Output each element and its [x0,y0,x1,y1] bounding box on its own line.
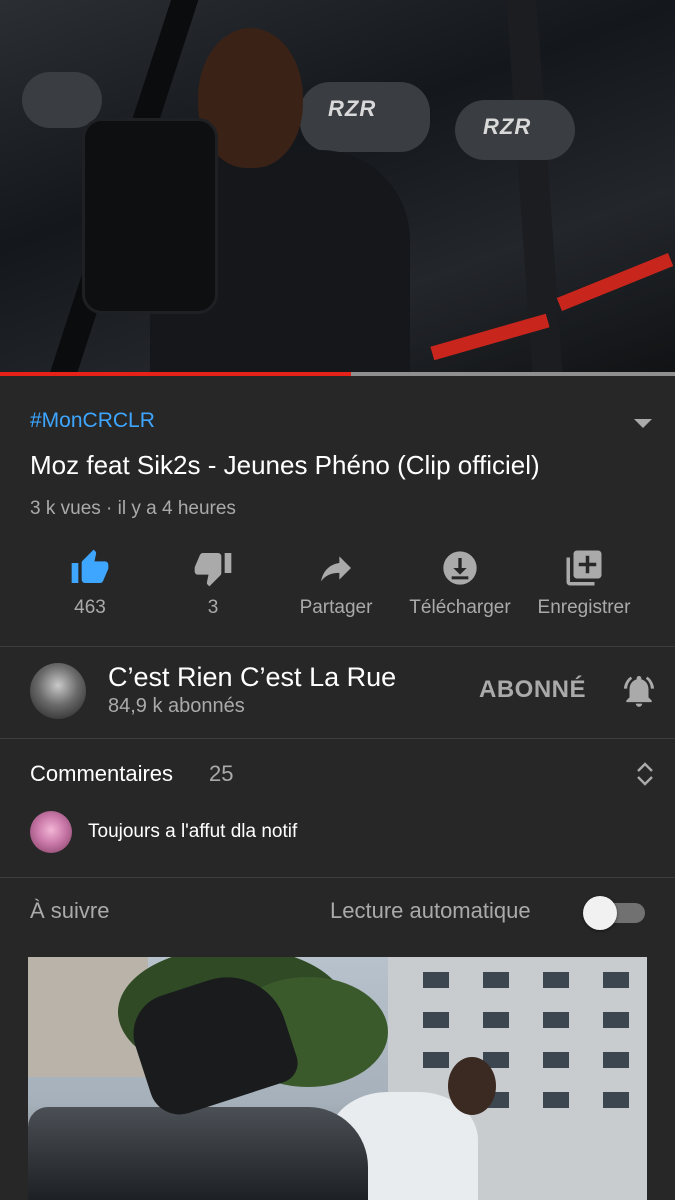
building-window [543,1052,569,1068]
bell-icon[interactable] [620,672,658,715]
building-window [423,1012,449,1028]
up-next-label: À suivre [30,898,110,923]
video-progress-fill [0,372,351,376]
building-window [423,972,449,988]
save-button[interactable]: Enregistrer [522,545,646,619]
video-hashtag[interactable]: #MonCRCLR [30,409,155,433]
action-bar: 463 3 Partager Télécharger Enregistrer [28,545,648,625]
divider [0,646,675,647]
sort-icon[interactable] [634,760,656,793]
top-comment-text[interactable]: Toujours a l'affut dla notif [88,821,297,843]
building-window [603,1012,629,1028]
subscribe-button[interactable]: ABONNÉ [479,676,586,704]
video-progress-bar[interactable] [0,372,675,376]
building-window [603,1052,629,1068]
like-button[interactable]: 463 [28,545,152,619]
save-label: Enregistrer [537,597,631,618]
share-label: Partager [299,597,373,618]
channel-name[interactable]: C’est Rien C’est La Rue [108,662,396,693]
download-label: Télécharger [409,597,511,618]
video-player[interactable]: RZR RZR [0,0,675,376]
share-icon [274,545,398,591]
autoplay-label: Lecture automatique [330,898,531,923]
comments-title[interactable]: Commentaires [30,761,173,787]
car-mirror [82,118,218,314]
building-window [423,1052,449,1068]
channel-avatar[interactable] [30,663,86,719]
playlist-add-icon [522,545,646,591]
building-window [483,972,509,988]
download-icon [398,545,522,591]
dislike-count: 3 [207,597,219,618]
building-window [543,1092,569,1108]
building-window [543,972,569,988]
car-trim [556,253,674,311]
download-button[interactable]: Télécharger [398,545,522,619]
autoplay-toggle[interactable] [583,896,647,930]
thumb-down-icon [151,545,275,591]
divider [0,738,675,739]
chevron-down-icon[interactable] [634,419,652,428]
share-button[interactable]: Partager [274,545,398,619]
video-title: Moz feat Sik2s - Jeunes Phéno (Clip offi… [30,450,540,480]
toggle-knob [583,896,617,930]
dislike-button[interactable]: 3 [151,545,275,619]
channel-subscriber-count: 84,9 k abonnés [108,695,245,717]
building-window [603,1092,629,1108]
comments-count: 25 [209,761,234,786]
building-window [483,1012,509,1028]
thumb-up-icon [28,545,152,591]
seat-headrest: RZR [455,100,575,160]
divider [0,877,675,878]
seat-headrest [22,72,102,128]
video-person-head [448,1057,496,1115]
building-window [543,1012,569,1028]
seat-headrest: RZR [300,82,430,152]
up-next-video-thumbnail[interactable] [28,957,647,1200]
like-count: 463 [74,597,106,618]
video-meta: 3 k vues · il y a 4 heures [30,498,236,519]
car [28,1107,368,1200]
building-window [603,972,629,988]
comment-author-avatar[interactable] [30,811,72,853]
